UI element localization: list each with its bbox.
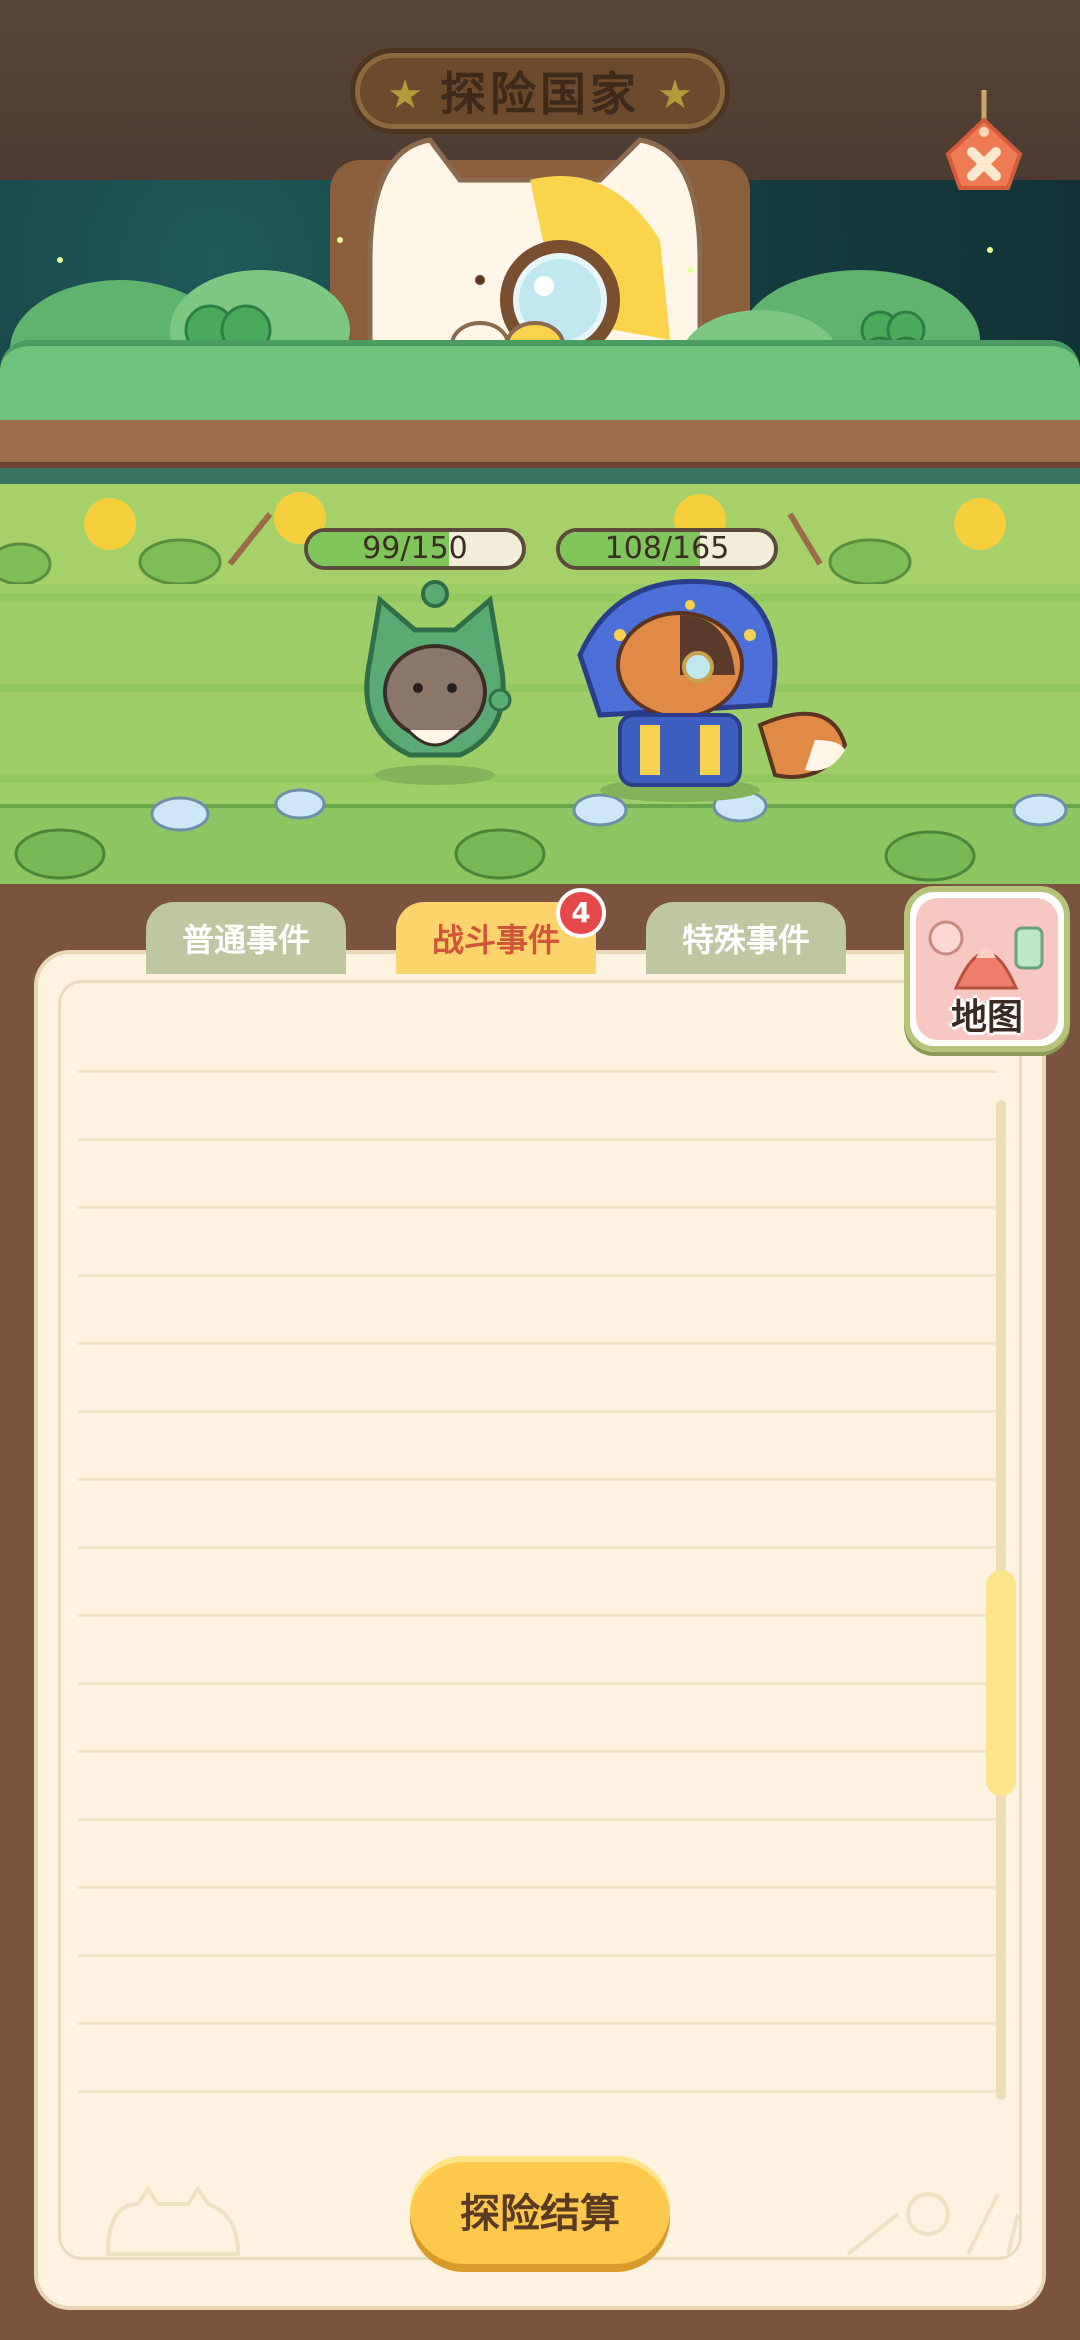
star-icon: ★ <box>657 72 693 118</box>
dirt-strip <box>0 420 1080 468</box>
map-button[interactable]: 地图 <box>904 886 1070 1052</box>
ruled-line <box>78 2022 998 2025</box>
page-title: 探险国家 <box>440 67 640 121</box>
notification-badge: 4 <box>556 888 606 938</box>
close-icon[interactable] <box>936 90 1032 190</box>
field-stripe <box>0 594 1080 602</box>
enemy-hp-text: 108/165 <box>604 531 730 566</box>
ruled-line <box>78 1410 998 1413</box>
player-hp-text: 99/150 <box>362 531 468 566</box>
ruled-line <box>78 1750 998 1753</box>
ruled-line <box>78 1070 998 1073</box>
ruled-line <box>78 1886 998 1889</box>
settle-exploration-button[interactable]: 探险结算 <box>410 2156 670 2264</box>
ruled-line <box>78 1206 998 1209</box>
tab-special-events[interactable]: 特殊事件 <box>646 902 846 974</box>
field-stripe <box>0 684 1080 692</box>
event-panel <box>34 950 1046 2310</box>
enemy-hp-bar: 108/165 <box>556 528 778 570</box>
ruled-line <box>78 1546 998 1549</box>
ruled-line <box>78 1818 998 1821</box>
field-stripe <box>0 774 1080 782</box>
tab-normal-events[interactable]: 普通事件 <box>146 902 346 974</box>
front-mushrooms <box>14 788 1068 882</box>
ruled-line <box>78 2090 998 2093</box>
scrollbar-thumb[interactable] <box>986 1570 1016 1796</box>
map-label: 地图 <box>950 997 1023 1038</box>
enemy-wizard-fox-character[interactable] <box>560 575 870 805</box>
divider-strip <box>0 468 1080 484</box>
cat-sketch-decoration <box>105 2185 241 2256</box>
event-log-area <box>58 980 1022 2260</box>
battlefield <box>0 484 1080 884</box>
ruled-line <box>78 1954 998 1957</box>
tools-sketch-decoration <box>846 2192 1020 2256</box>
back-shrubs <box>0 492 1006 584</box>
star-icon: ★ <box>387 72 423 118</box>
ruled-line <box>78 1274 998 1277</box>
ruled-line <box>78 1682 998 1685</box>
player-cat-character[interactable] <box>340 580 530 790</box>
player-hp-bar: 99/150 <box>304 528 526 570</box>
ruled-line <box>78 1138 998 1141</box>
ruled-line <box>78 1614 998 1617</box>
ruled-line <box>78 1478 998 1481</box>
ruled-line <box>78 1342 998 1345</box>
